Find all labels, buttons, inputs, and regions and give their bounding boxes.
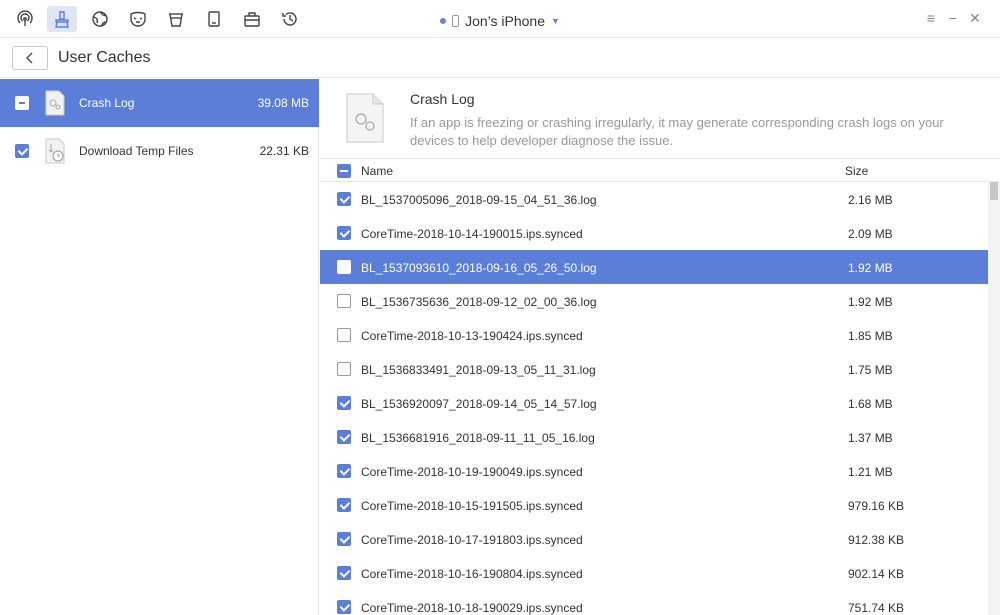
file-size: 2.16 MB: [848, 193, 893, 207]
table-row[interactable]: CoreTime-2018-10-17-191803.ips.synced 912…: [320, 522, 988, 556]
file-name: CoreTime-2018-10-18-190029.ips.synced: [361, 601, 583, 615]
table-row[interactable]: CoreTime-2018-10-19-190049.ips.synced 1.2…: [320, 454, 988, 488]
file-size: 1.21 MB: [848, 465, 893, 479]
category-description: If an app is freezing or crashing irregu…: [410, 115, 944, 148]
file-size: 1.92 MB: [848, 261, 893, 275]
row-checkbox[interactable]: [337, 532, 351, 546]
toolbox-icon[interactable]: [237, 6, 267, 32]
back-button[interactable]: [12, 46, 48, 70]
row-checkbox[interactable]: [337, 192, 351, 206]
file-size: 902.14 KB: [848, 567, 905, 581]
file-name: CoreTime-2018-10-16-190804.ips.synced: [361, 567, 583, 581]
crash-log-file-icon: [346, 93, 384, 143]
bucket-icon[interactable]: [161, 6, 191, 32]
file-name: BL_1537005096_2018-09-15_04_51_36.log: [361, 193, 597, 207]
table-row[interactable]: CoreTime-2018-10-14-190015.ips.synced 2.0…: [320, 216, 988, 250]
sidebar-item-download-temp-files[interactable]: Download Temp Files 22.31 KB: [0, 127, 319, 175]
device-name: Jon’s iPhone: [465, 13, 545, 29]
row-checkbox[interactable]: [337, 226, 351, 240]
file-size: 912.38 KB: [848, 533, 905, 547]
file-name: BL_1536735636_2018-09-12_02_00_36.log: [361, 295, 597, 309]
device-selector[interactable]: Jon’s iPhone ▼: [440, 13, 560, 29]
top-toolbar: Jon’s iPhone ▼ ≡ − ✕: [0, 0, 1000, 38]
globe-icon[interactable]: [85, 6, 115, 32]
cleaner-icon[interactable]: [47, 6, 77, 32]
mask-icon[interactable]: [123, 6, 153, 32]
status-dot: [440, 18, 447, 24]
file-size: 1.85 MB: [848, 329, 893, 343]
row-checkbox[interactable]: [337, 362, 351, 376]
row-checkbox[interactable]: [337, 328, 351, 342]
sidebar-item-label: Crash Log: [79, 96, 135, 110]
file-gear-icon: [45, 90, 65, 116]
file-name: CoreTime-2018-10-13-190424.ips.synced: [361, 329, 583, 343]
file-name: BL_1536920097_2018-09-14_05_14_57.log: [361, 397, 597, 411]
file-name: CoreTime-2018-10-17-191803.ips.synced: [361, 533, 583, 547]
table-row[interactable]: CoreTime-2018-10-13-190424.ips.synced 1.8…: [320, 318, 988, 352]
chevron-left-icon: [25, 52, 33, 64]
table-row[interactable]: CoreTime-2018-10-16-190804.ips.synced 902…: [320, 556, 988, 590]
table-header: Name Size: [320, 160, 1000, 182]
category-checkbox[interactable]: [15, 96, 29, 110]
file-size: 751.74 KB: [848, 601, 905, 615]
row-checkbox[interactable]: [337, 498, 351, 512]
file-clock-icon: [45, 138, 65, 164]
page-title: User Caches: [58, 49, 151, 66]
file-name: CoreTime-2018-10-14-190015.ips.synced: [361, 227, 583, 241]
file-size: 1.37 MB: [848, 431, 893, 445]
file-name: BL_1536833491_2018-09-13_05_11_31.log: [361, 363, 596, 377]
history-icon[interactable]: [275, 6, 305, 32]
book-icon[interactable]: [199, 6, 229, 32]
minimize-icon[interactable]: −: [944, 9, 962, 27]
row-checkbox[interactable]: [337, 600, 351, 614]
row-checkbox[interactable]: [337, 294, 351, 308]
file-name: CoreTime-2018-10-15-191505.ips.synced: [361, 499, 583, 513]
sidebar-item-size: 22.31 KB: [259, 144, 309, 158]
file-size: 2.09 MB: [848, 227, 893, 241]
scrollbar-thumb[interactable]: [990, 182, 998, 200]
file-name: BL_1537093610_2018-09-16_05_26_50.log: [361, 261, 597, 275]
column-size-header[interactable]: Size: [845, 164, 868, 178]
table-row[interactable]: BL_1536735636_2018-09-12_02_00_36.log 1.9…: [320, 284, 988, 318]
table-row[interactable]: CoreTime-2018-10-18-190029.ips.synced 751…: [320, 590, 988, 615]
file-list: BL_1537005096_2018-09-15_04_51_36.log 2.1…: [320, 182, 988, 615]
file-size: 1.75 MB: [848, 363, 893, 377]
sidebar-item-crash-log[interactable]: Crash Log 39.08 MB: [0, 79, 319, 127]
table-row[interactable]: CoreTime-2018-10-15-191505.ips.synced 979…: [320, 488, 988, 522]
iphone-icon: [452, 15, 460, 27]
category-sidebar: Crash Log 39.08 MB Download Temp Files 2…: [0, 79, 319, 615]
menu-icon[interactable]: ≡: [922, 9, 940, 27]
category-info: Crash Log If an app is freezing or crash…: [320, 79, 1000, 159]
row-checkbox[interactable]: [337, 430, 351, 444]
file-name: BL_1536681916_2018-09-11_11_05_16.log: [361, 431, 595, 445]
table-row[interactable]: BL_1536833491_2018-09-13_05_11_31.log 1.7…: [320, 352, 988, 386]
close-icon[interactable]: ✕: [966, 9, 984, 27]
column-name-header[interactable]: Name: [361, 164, 393, 178]
chevron-down-icon: ▼: [551, 16, 560, 26]
main-panel: Crash Log If an app is freezing or crash…: [320, 79, 1000, 615]
file-size: 1.68 MB: [848, 397, 893, 411]
row-checkbox[interactable]: [337, 566, 351, 580]
sidebar-item-label: Download Temp Files: [79, 144, 194, 158]
table-row[interactable]: BL_1537093610_2018-09-16_05_26_50.log 1.9…: [320, 250, 988, 284]
table-row[interactable]: BL_1536681916_2018-09-11_11_05_16.log 1.3…: [320, 420, 988, 454]
category-checkbox[interactable]: [15, 144, 29, 158]
category-title: Crash Log: [410, 91, 475, 107]
scrollbar[interactable]: [988, 182, 1000, 615]
page-header: User Caches: [0, 38, 1000, 78]
file-size: 1.92 MB: [848, 295, 893, 309]
file-name: CoreTime-2018-10-19-190049.ips.synced: [361, 465, 583, 479]
table-row[interactable]: BL_1537005096_2018-09-15_04_51_36.log 2.1…: [320, 182, 988, 216]
row-checkbox[interactable]: [337, 396, 351, 410]
select-all-checkbox[interactable]: [337, 164, 351, 178]
table-row[interactable]: BL_1536920097_2018-09-14_05_14_57.log 1.6…: [320, 386, 988, 420]
sidebar-item-size: 39.08 MB: [257, 96, 309, 110]
file-size: 979.16 KB: [848, 499, 905, 513]
airbackup-icon[interactable]: [10, 6, 40, 32]
row-checkbox[interactable]: [337, 464, 351, 478]
row-checkbox[interactable]: [337, 260, 351, 274]
